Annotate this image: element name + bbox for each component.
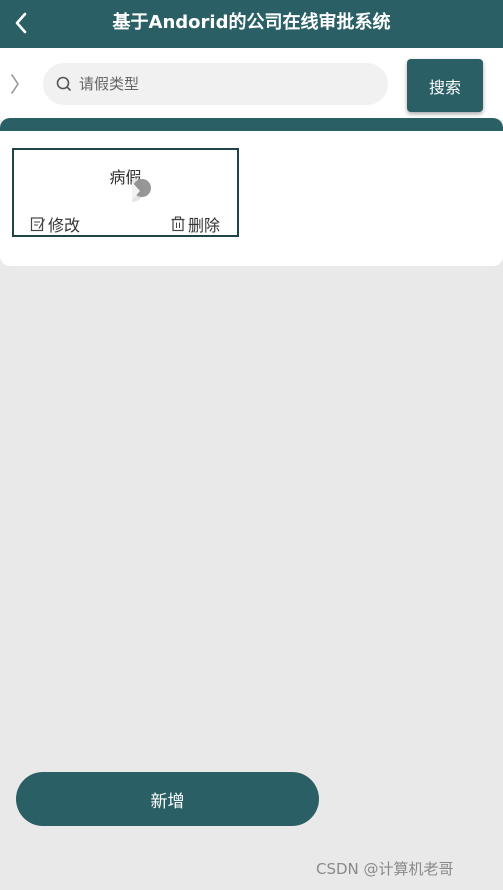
touch-cursor-icon (132, 178, 151, 202)
search-box[interactable] (43, 63, 388, 105)
panel-header-strip (0, 118, 503, 131)
list-item[interactable]: 病假 修改 删除 (12, 148, 239, 237)
chevron-right-icon (11, 74, 19, 94)
delete-label: 删除 (188, 216, 221, 235)
trash-icon (171, 216, 185, 232)
add-button[interactable]: 新增 (16, 772, 319, 826)
app-header: 基于Andorid的公司在线审批系统 (0, 0, 503, 48)
watermark: CSDN @计算机老哥 (316, 860, 454, 878)
search-icon (56, 76, 71, 91)
edit-icon (30, 217, 46, 232)
delete-button[interactable]: 删除 (170, 212, 220, 236)
search-input[interactable] (79, 75, 359, 93)
edit-label: 修改 (48, 216, 81, 235)
results-panel: 病假 修改 删除 (0, 118, 503, 266)
edit-button[interactable]: 修改 (30, 212, 80, 236)
expand-chevron[interactable] (8, 72, 22, 96)
search-bar: 搜索 (0, 48, 503, 120)
search-button[interactable]: 搜索 (407, 59, 483, 112)
page-title: 基于Andorid的公司在线审批系统 (112, 12, 391, 33)
leave-type-title: 病假 (109, 168, 142, 187)
